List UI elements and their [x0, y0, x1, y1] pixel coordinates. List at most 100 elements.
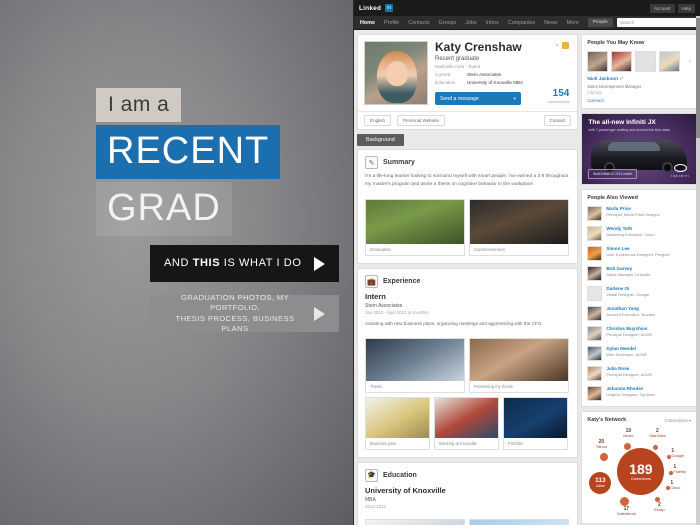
avatar-placeholder-icon[interactable] — [635, 51, 657, 72]
media-thumb[interactable]: Working at Knoxville — [434, 396, 499, 450]
list-item[interactable]: Bob Garvey Sales Manager, LinkedIn — [587, 266, 691, 281]
list-item[interactable]: Dylan Mendel Web Developer, ACME — [587, 346, 691, 361]
promo-line-3: GRAD — [96, 182, 232, 236]
nav-item-home[interactable]: Home — [360, 20, 375, 26]
advertisement[interactable]: The all-new Infiniti JX with 7-passenger… — [581, 113, 697, 185]
nav-item-news[interactable]: News — [544, 20, 557, 26]
list-item[interactable]: Marla Price Principal, Marla Price Design… — [587, 206, 691, 221]
cta-secondary-button[interactable]: GRADUATION PHOTOS, MY PORTFOLIO, THESIS … — [150, 293, 339, 334]
cta-primary-button[interactable]: AND THIS IS WHAT I DO — [150, 245, 339, 282]
linkedin-logo[interactable]: Linked — [359, 5, 381, 12]
list-item[interactable]: Simon Lee User Experience Designer, Pengu… — [587, 246, 691, 261]
network-dot[interactable] — [653, 445, 659, 450]
chevron-right-icon[interactable]: › — [689, 58, 691, 65]
avatar — [587, 226, 603, 241]
network-center-label: Connections — [630, 476, 651, 481]
language-pill[interactable]: English — [364, 115, 392, 127]
education-dates: 2012-2013 — [365, 503, 386, 509]
media-thumb[interactable]: Commencement — [469, 199, 569, 257]
nav-item-jobs[interactable]: Jobs — [465, 20, 476, 26]
summary-text: I'm a life-long learner looking to surro… — [365, 174, 569, 188]
list-item[interactable]: Darlene Gi Visual Designer, Google — [587, 286, 691, 301]
scrollbar-thumb[interactable] — [696, 18, 700, 138]
media-thumb[interactable]: Thesis — [365, 337, 465, 393]
network-dot[interactable] — [620, 497, 630, 506]
avatar[interactable] — [587, 51, 609, 72]
search-placeholder: Search — [619, 20, 635, 25]
media-thumb[interactable]: Business plan — [365, 396, 430, 450]
pav-name[interactable]: Christos Muychios — [606, 326, 652, 331]
list-item[interactable]: Jonathan Yang Account Executive, Nuvano — [587, 306, 691, 321]
pymk-connect-button[interactable]: Connect — [587, 98, 691, 103]
promo-line-2: RECENT — [96, 125, 281, 179]
pav-sub: Marketing Executive, Cisco — [606, 232, 655, 238]
contact-pill[interactable]: Contact — [543, 115, 572, 127]
graduation-icon: 🎓 — [365, 468, 378, 482]
cta-secondary-line-2: THESIS PROCESS, BUSINESS PLANS — [175, 313, 295, 333]
profile-education-row: Education University of Knoxville MBA — [435, 80, 571, 85]
sidebar: People You May Know › Nick Jackson 2º Sa… — [581, 34, 697, 525]
summary-body: I'm a life-long learner looking to surro… — [358, 173, 577, 195]
network-node-label: Cisco — [670, 485, 681, 490]
send-message-button[interactable]: Send a message ▾ — [435, 92, 521, 106]
education-value[interactable]: University of Knoxville MBA — [467, 80, 523, 85]
nav-item-contacts[interactable]: Contacts — [408, 20, 429, 26]
pav-name[interactable]: Marla Price — [606, 206, 659, 211]
network-dot[interactable] — [600, 453, 609, 461]
search-filter-people[interactable]: People — [587, 18, 613, 27]
network-bubble-adobe[interactable]: 113 Adobe — [589, 472, 612, 494]
pav-name[interactable]: Darlene Gi — [606, 286, 649, 291]
pav-name[interactable]: Dylan Mendel — [606, 346, 647, 351]
media-caption: Portfolio — [508, 440, 524, 446]
list-item[interactable]: Johanna Rhodes Graphic Designer, Dynamic — [587, 386, 691, 401]
account-chip[interactable]: Account — [649, 3, 675, 13]
help-chip[interactable]: Help — [677, 3, 695, 13]
connections-counter[interactable]: 154 connections — [547, 89, 570, 105]
chevron-down-icon: ▾ — [513, 95, 516, 102]
nav-item-companies[interactable]: Companies — [508, 20, 535, 26]
pav-name[interactable]: Johanna Rhodes — [606, 386, 655, 391]
media-thumb[interactable]: Presentation — [469, 518, 569, 525]
website-pill[interactable]: Personal Website — [397, 115, 445, 127]
network-center-bubble[interactable]: 189 Connections — [617, 448, 665, 495]
pymk-person-name[interactable]: Nick Jackson 2º — [587, 77, 691, 82]
school-name[interactable]: University of Knoxville — [365, 486, 570, 495]
current-value[interactable]: Stern Associates — [467, 72, 501, 77]
nav-item-profile[interactable]: Profile — [384, 20, 399, 26]
pav-name[interactable]: Bob Garvey — [606, 266, 650, 271]
ad-cta-button[interactable]: Build Infiniti JX 2013 model — [588, 169, 637, 179]
list-item[interactable]: Christos Muychios Principal Designer, ACM… — [587, 326, 691, 341]
nav-item-inbox[interactable]: Inbox — [486, 20, 499, 26]
pymk-person-role: Sales Development Manager — [587, 84, 642, 89]
media-thumb[interactable]: Portfolio — [503, 396, 568, 450]
pav-name[interactable]: Wendy Toth — [606, 226, 654, 231]
media-thumb[interactable]: Graduation — [365, 199, 465, 257]
job-company[interactable]: Stern Associates — [365, 303, 570, 309]
avatar[interactable] — [659, 51, 681, 72]
pav-name[interactable]: Jonathan Yang — [606, 306, 655, 311]
list-item[interactable]: Wendy Toth Marketing Executive, Cisco — [587, 226, 691, 241]
screenshot-root: I am a RECENT GRAD AND THIS IS WHAT I DO… — [0, 0, 700, 525]
avatar[interactable] — [364, 41, 428, 105]
media-thumb[interactable]: Finalizing my thesis — [365, 518, 465, 525]
promo-panel: I am a RECENT GRAD AND THIS IS WHAT I DO… — [0, 0, 353, 525]
degree: MBA — [365, 496, 376, 503]
pencil-icon[interactable]: ✎ — [555, 43, 559, 49]
connections-label: connections — [547, 99, 570, 105]
network-dropdown[interactable]: Connections ▾ — [664, 418, 691, 423]
tab-background[interactable]: Background — [357, 134, 404, 147]
pav-name[interactable]: Simon Lee — [606, 246, 669, 251]
avatar[interactable] — [611, 51, 633, 72]
nav-item-more[interactable]: More — [567, 20, 579, 26]
play-triangle-icon — [314, 256, 325, 271]
pav-sub: Sales Manager, LinkedIn — [606, 272, 651, 278]
cta-secondary-line-1: GRADUATION PHOTOS, MY PORTFOLIO, — [180, 293, 290, 313]
media-thumb[interactable]: Presenting my thesis — [469, 337, 569, 393]
pav-name[interactable]: Julia Rose — [606, 366, 652, 371]
cta-secondary-label: GRADUATION PHOTOS, MY PORTFOLIO, THESIS … — [164, 293, 306, 334]
nav-item-groups[interactable]: Groups — [439, 20, 457, 26]
certificate-icon[interactable] — [562, 42, 570, 49]
profile-info: ✎ Katy Crenshaw Recent graduate Nashvill… — [435, 40, 571, 106]
list-item[interactable]: Julia Rose Principal Designer, ACME — [587, 366, 691, 381]
search-input[interactable]: Search 🔍 — [616, 18, 700, 27]
